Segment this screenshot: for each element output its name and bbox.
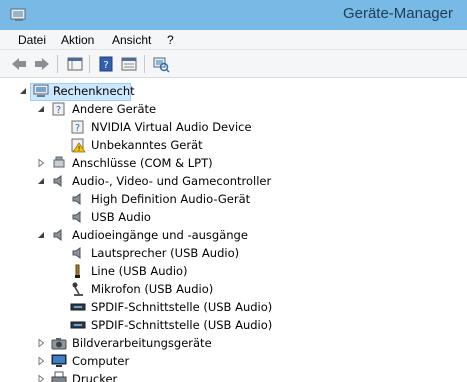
title-bar[interactable]: Geräte-Manager <box>0 0 467 30</box>
spdif-port-icon <box>70 303 86 311</box>
svg-text:?: ? <box>75 123 80 134</box>
spdif-port-icon <box>70 321 86 329</box>
tree-label: SPDIF-Schnittstelle (USB Audio) <box>91 300 273 314</box>
port-icon <box>53 156 65 168</box>
toolbar-separator <box>89 55 90 73</box>
microphone-icon <box>72 282 83 296</box>
tree-label: Line (USB Audio) <box>91 264 188 278</box>
device-tree[interactable]: Rechenknecht ? Andere Geräte ? NVIDIA Vi… <box>0 79 467 382</box>
printer-icon <box>51 371 67 382</box>
unknown-device-icon: ? <box>52 102 65 116</box>
window-title: Geräte-Manager <box>342 5 453 22</box>
back-arrow-icon[interactable] <box>10 55 28 73</box>
menu-datei[interactable]: Datei <box>18 33 46 47</box>
tree-category-audio-video[interactable]: Audio-, Video- und Gamecontroller <box>0 172 320 190</box>
speaker-icon <box>72 193 81 205</box>
tree-device[interactable]: SPDIF-Schnittstelle (USB Audio) <box>0 316 320 334</box>
chevron-expanded-icon[interactable] <box>36 176 46 186</box>
tree-label: High Definition Audio-Gerät <box>91 192 251 206</box>
tree-category-printer[interactable]: Drucker <box>0 370 300 382</box>
tree-category-anschluesse[interactable]: Anschlüsse (COM & LPT) <box>0 154 300 172</box>
chevron-expanded-icon[interactable] <box>36 230 46 240</box>
speaker-icon <box>72 247 81 259</box>
properties-grid-icon[interactable] <box>66 55 84 73</box>
unknown-device-icon: ? <box>71 120 84 134</box>
tree-device[interactable]: Mikrofon (USB Audio) <box>0 280 300 298</box>
scan-hardware-icon[interactable] <box>152 55 170 73</box>
speaker-icon <box>72 211 81 223</box>
forward-arrow-icon[interactable] <box>33 55 51 73</box>
menu-ansicht[interactable]: Ansicht <box>112 33 151 47</box>
svg-text:?: ? <box>103 60 108 71</box>
warning-device-icon: ! <box>71 138 86 153</box>
toolbar-separator <box>57 55 58 73</box>
svg-text:?: ? <box>56 105 61 116</box>
chevron-collapsed-icon[interactable] <box>36 356 46 366</box>
help-icon[interactable]: ? <box>97 55 115 73</box>
tree-label: Andere Geräte <box>72 102 157 116</box>
chevron-collapsed-icon[interactable] <box>36 158 46 168</box>
tree-device[interactable]: USB Audio <box>0 208 300 226</box>
line-in-jack-icon <box>75 264 80 278</box>
tree-label: Anschlüsse (COM & LPT) <box>72 156 213 170</box>
tree-label: Mikrofon (USB Audio) <box>91 282 214 296</box>
details-view-icon[interactable] <box>120 55 138 73</box>
tree-label: Computer <box>72 354 130 368</box>
tree-label: Drucker <box>72 372 118 382</box>
tree-category-imaging[interactable]: Bildverarbeitungsgeräte <box>0 334 300 352</box>
tree-device[interactable]: ! Unbekanntes Gerät <box>0 136 300 154</box>
chevron-collapsed-icon[interactable] <box>36 374 46 382</box>
toolbar-separator <box>144 55 145 73</box>
device-manager-icon <box>10 8 26 21</box>
tree-category-andere-geraete[interactable]: ? Andere Geräte <box>0 100 300 118</box>
computer-icon <box>33 84 49 97</box>
tree-label: Lautsprecher (USB Audio) <box>91 246 240 260</box>
tree-label: Bildverarbeitungsgeräte <box>72 336 212 350</box>
speaker-icon <box>53 229 62 241</box>
tree-root[interactable]: Rechenknecht <box>0 82 200 101</box>
svg-text:!: ! <box>78 145 81 153</box>
monitor-icon <box>51 354 67 367</box>
menu-aktion[interactable]: Aktion <box>61 33 94 47</box>
tree-category-audio-io[interactable]: Audioeingänge und -ausgänge <box>0 226 300 244</box>
speaker-icon <box>53 175 62 187</box>
chevron-expanded-icon[interactable] <box>36 104 46 114</box>
tree-device[interactable]: ? NVIDIA Virtual Audio Device <box>0 118 300 136</box>
tree-device[interactable]: SPDIF-Schnittstelle (USB Audio) <box>0 298 320 316</box>
chevron-collapsed-icon[interactable] <box>36 338 46 348</box>
tree-device[interactable]: Lautsprecher (USB Audio) <box>0 244 300 262</box>
menu-bar: Datei Aktion Ansicht ? <box>0 30 467 50</box>
tree-label: Audio-, Video- und Gamecontroller <box>72 174 272 188</box>
tree-label: SPDIF-Schnittstelle (USB Audio) <box>91 318 273 332</box>
tree-label: USB Audio <box>91 210 151 224</box>
tree-label: Unbekanntes Gerät <box>91 138 203 152</box>
camera-icon <box>51 338 67 350</box>
tree-root-label: Rechenknecht <box>53 84 135 98</box>
tree-label: NVIDIA Virtual Audio Device <box>91 120 252 134</box>
menu-help[interactable]: ? <box>167 33 174 47</box>
tree-label: Audioeingänge und -ausgänge <box>72 228 248 242</box>
tree-device[interactable]: High Definition Audio-Gerät <box>0 190 300 208</box>
tree-category-computer[interactable]: Computer <box>0 352 300 370</box>
chevron-expanded-icon[interactable] <box>18 86 28 96</box>
tree-device[interactable]: Line (USB Audio) <box>0 262 300 280</box>
toolbar: ? <box>0 50 467 78</box>
